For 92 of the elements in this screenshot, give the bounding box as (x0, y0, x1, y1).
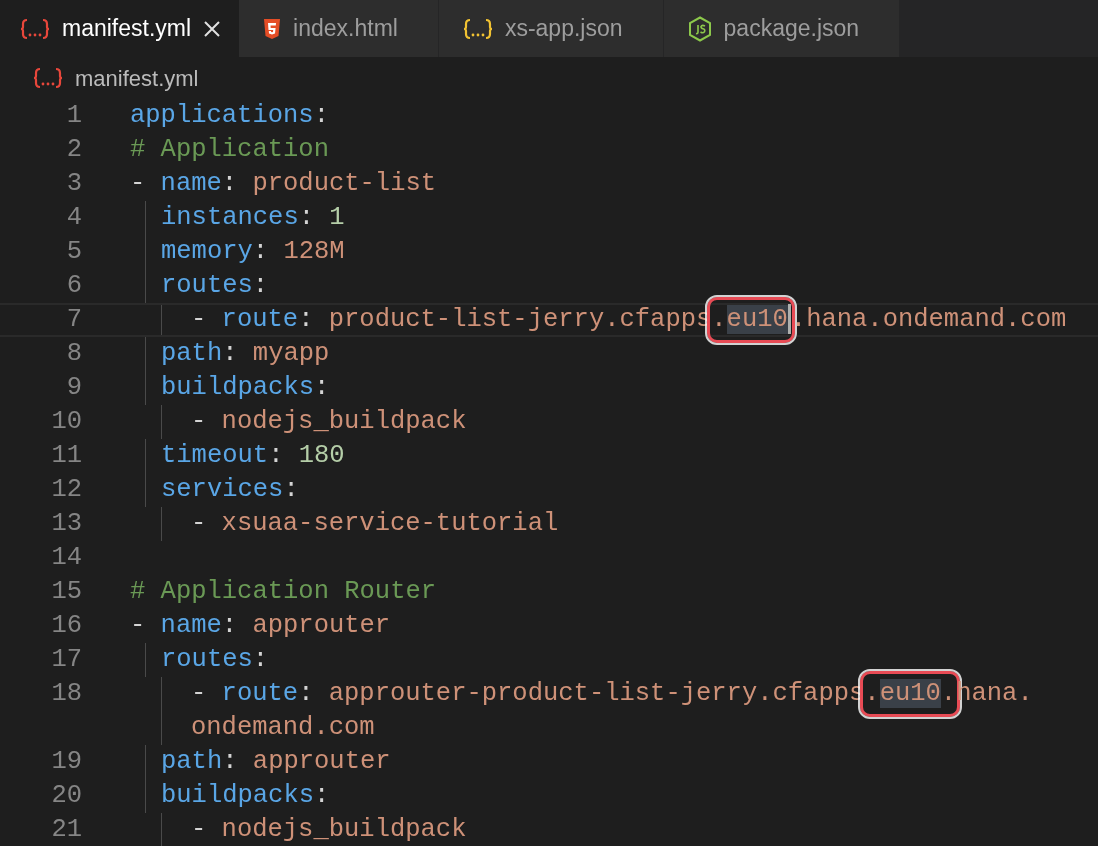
code-token: buildpacks (161, 372, 315, 404)
line-number: 19 (50, 746, 82, 778)
code-token: : (298, 202, 316, 234)
tab-label: package.json (723, 14, 860, 44)
code-token: : (313, 100, 329, 132)
line-number: 20 (50, 780, 82, 812)
code-token: : (283, 474, 299, 506)
line-number: 10 (50, 406, 82, 438)
code-token: . (711, 305, 727, 334)
line-number: 17 (50, 644, 82, 676)
code-token: path (161, 746, 223, 778)
code-token: memory (161, 236, 253, 268)
code-token: . (864, 679, 880, 708)
code-token: - (130, 168, 147, 200)
editor-tab[interactable]: manifest.yml (0, 0, 240, 57)
code-token: approuter (252, 746, 391, 778)
code-token: myapp (252, 338, 330, 370)
editor-tab[interactable]: xs-app.json (438, 0, 664, 57)
code-token: 128M (283, 236, 345, 268)
line-number: 16 (50, 610, 82, 642)
tab-label: xs-app.json (504, 14, 623, 44)
code-token: ondemand.com (191, 712, 375, 744)
code-token: - (191, 678, 208, 710)
code-token: product-list (252, 168, 437, 200)
braces-icon (33, 67, 63, 89)
code-token: applications (130, 100, 314, 132)
line-number: 4 (65, 202, 82, 234)
braces-icon (462, 17, 493, 40)
code-token: name (160, 610, 222, 642)
code-token: # Application (130, 134, 329, 166)
code-token: . (940, 679, 957, 708)
line-number: 5 (65, 236, 82, 268)
code-token: - (191, 406, 208, 438)
code-token: nodejs_buildpack (221, 814, 467, 846)
code-token: : (252, 236, 270, 268)
code-token: : (222, 746, 239, 778)
line-number: 6 (65, 270, 82, 302)
code-token: : (268, 440, 285, 472)
code-token: path (161, 338, 223, 370)
code-token: .hana.ondemand.com (790, 305, 1067, 335)
line-number: 9 (65, 372, 82, 404)
breadcrumb-item[interactable]: manifest.yml (75, 61, 199, 95)
line-number: 1 (65, 100, 82, 132)
code-token: - (130, 610, 147, 642)
tab-label: manifest.yml (62, 14, 192, 44)
code-token: routes (161, 644, 253, 676)
tab-label: index.html (293, 14, 398, 44)
editor-tab[interactable]: package.json (663, 0, 901, 57)
code-token: route (221, 305, 299, 335)
editor-tab[interactable]: index.html (239, 0, 439, 57)
code-token: name (160, 168, 222, 200)
code-token: route (221, 678, 299, 710)
code-token: services (161, 474, 284, 506)
line-number: 21 (50, 814, 82, 846)
code-token: : (222, 338, 239, 370)
code-token: instances (161, 202, 299, 234)
code-token: - (191, 305, 208, 335)
code-token: approuter (252, 610, 391, 642)
code-token: nodejs_buildpack (221, 406, 467, 438)
line-number: 3 (65, 168, 82, 200)
line-number: 11 (50, 440, 82, 472)
code-token: - (191, 508, 208, 540)
line-number: 8 (65, 338, 82, 370)
code-token: : (252, 644, 269, 676)
code-token: timeout (161, 440, 269, 472)
line-number: 12 (50, 474, 82, 506)
code-token: xsuaa-service-tutorial (221, 508, 559, 540)
line-number: 13 (50, 508, 82, 540)
code-token: : (314, 780, 330, 812)
code-token: : (298, 305, 315, 335)
code-token: : (314, 372, 330, 404)
line-number: 7 (65, 305, 82, 335)
close-icon[interactable] (203, 19, 222, 38)
code-token: - (191, 814, 208, 846)
line-number: 15 (50, 576, 82, 608)
line-number: 18 (50, 678, 82, 710)
search-match: eu10 (879, 679, 941, 708)
code-token: : (221, 610, 239, 642)
code-token: # Application Router (130, 576, 437, 608)
code-token: 180 (298, 440, 345, 472)
code-token: : (221, 168, 239, 200)
code-token: routes (161, 270, 253, 302)
shield-icon (263, 17, 282, 40)
hexagon-icon (687, 15, 712, 42)
search-match: eu10 (726, 305, 788, 334)
line-number: 14 (50, 542, 82, 574)
code-token: buildpacks (161, 780, 315, 812)
braces-icon (20, 17, 50, 40)
code-token: 1 (329, 202, 345, 234)
code-token: : (298, 678, 315, 710)
line-number: 2 (65, 134, 82, 166)
code-token: : (252, 270, 269, 302)
